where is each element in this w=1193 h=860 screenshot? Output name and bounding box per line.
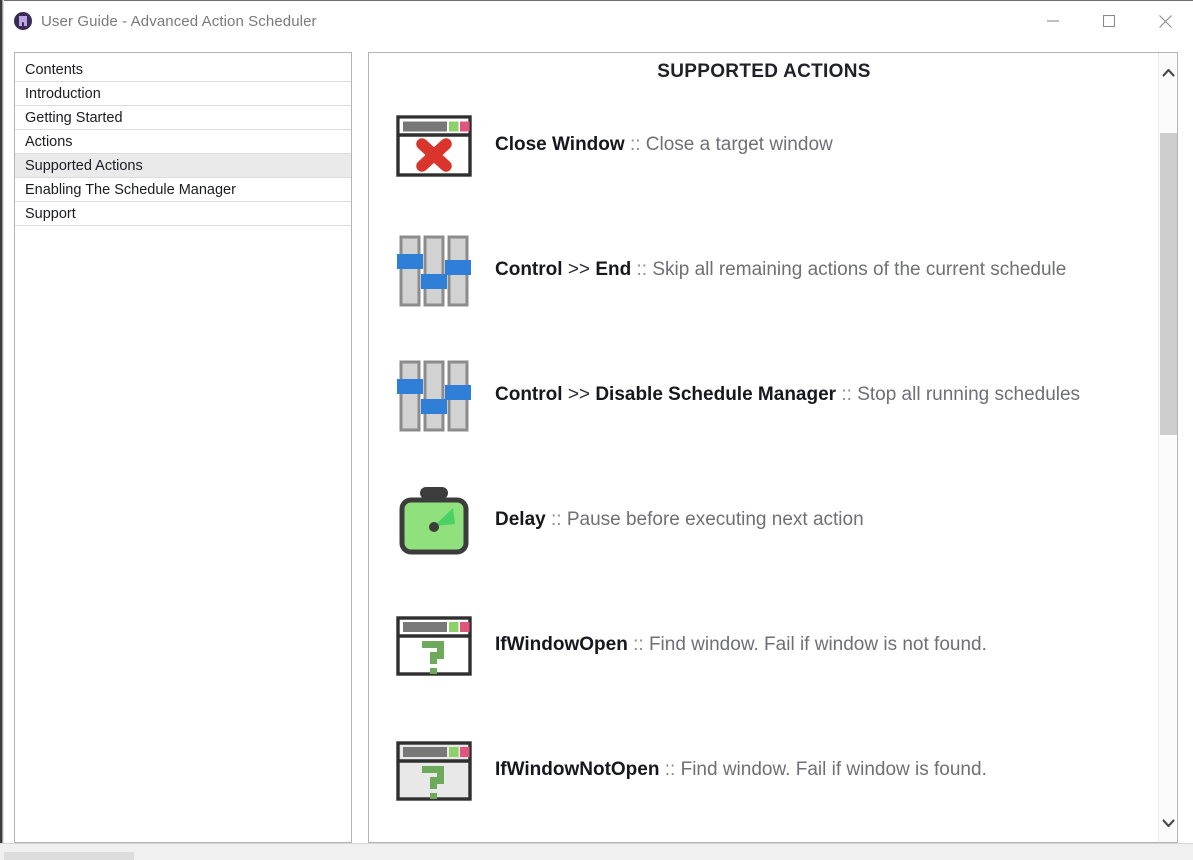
action-label: IfWindowNotOpen :: Find window. Fail if … [495,759,987,782]
action-description: Close a target window [645,134,833,156]
sidebar-item-introduction[interactable]: Introduction [15,82,351,106]
action-label: Control >> Disable Schedule Manager :: S… [495,384,1080,407]
page-title: SUPPORTED ACTIONS [657,61,871,82]
content-panel: SUPPORTED ACTIONS Close Window:: Close … [368,52,1178,843]
window-left-border [0,0,4,843]
action-description: Stop all running schedules [857,384,1081,406]
sidebar-item-supported-actions[interactable]: Supported Actions [15,154,351,178]
action-arrow: >> [567,384,591,406]
action-description: Pause before executing next action [566,509,864,531]
action-subname: End [595,259,632,281]
action-label: Close Window :: Close a target window [495,134,833,157]
window-controls [1025,1,1193,42]
chevron-up-icon [1162,68,1175,77]
desktop-bottom-strip [0,843,1193,860]
sidebar-item-support[interactable]: Support [15,202,351,226]
close-icon [1158,14,1172,28]
sidebar-item-enabling-the-schedule-manager[interactable]: Enabling The Schedule Manager [15,178,351,202]
action-name: Delay [495,509,546,531]
sidebar-item-getting-started[interactable]: Getting Started [15,106,351,130]
action-label: Delay :: Pause before executing next act… [495,509,864,532]
maximize-button[interactable] [1081,1,1137,42]
action-description: Skip all remaining actions of the curren… [652,259,1067,281]
action-row: Delay :: Pause before executing next act… [369,458,1159,583]
app-logo-icon [14,12,32,30]
sidebar-item-label: Supported Actions [25,158,143,174]
minimize-button[interactable] [1025,1,1081,42]
action-name: IfWindowNotOpen [495,759,660,781]
action-row: IfWindowNotOpen :: Find window. Fail if … [369,708,1159,833]
sidebar-item-label: Actions [25,134,73,150]
action-icon-container [393,114,475,177]
action-separator: :: [633,634,644,656]
action-name: IfWindowOpen [495,634,628,656]
close-button[interactable] [1137,1,1193,42]
minimize-icon [1047,20,1059,22]
sidebar-item-label: Getting Started [25,110,123,126]
sidebar-item-label: Introduction [25,86,101,102]
action-name: Control [495,384,563,406]
sliders-icon [397,235,471,306]
window-question-icon [396,615,472,676]
window-question-icon [396,740,472,801]
sidebar-item-label: Enabling The Schedule Manager [25,182,236,198]
sidebar-item-contents[interactable]: Contents [15,58,351,82]
action-name: Close Window [495,134,625,156]
taskbar-sliver [4,852,134,860]
content-scroll-area: SUPPORTED ACTIONS Close Window:: Close … [369,53,1159,842]
action-name: Control [495,259,563,281]
action-subname: Disable Schedule Manager [595,384,837,406]
action-icon-container [393,486,475,556]
window-title: User Guide - Advanced Action Scheduler [41,12,317,30]
action-separator: :: [664,759,676,781]
user-guide-window: User Guide - Advanced Action Scheduler C… [0,0,1193,860]
action-label: Control >> End :: Skip all remaining act… [495,259,1066,282]
maximize-icon [1103,15,1115,27]
action-row: Control >> Disable Schedule Manager :: S… [369,333,1159,458]
action-separator: :: [636,259,648,281]
action-separator: :: [629,134,641,156]
scroll-down-button[interactable] [1159,804,1177,842]
scrollbar-track[interactable] [1159,91,1177,804]
action-arrow: >> [567,259,591,281]
content-scrollbar[interactable] [1158,53,1177,842]
timer-icon [399,486,469,554]
action-description: Find window. Fail if window is not found… [648,634,987,656]
action-icon-container [393,740,475,801]
action-icon-container [393,615,475,676]
sidebar-item-label: Support [25,206,76,222]
chevron-down-icon [1162,818,1175,827]
scrollbar-thumb[interactable] [1160,133,1177,435]
action-separator: :: [841,384,852,406]
sidebar-item-actions[interactable]: Actions [15,130,351,154]
action-icon-container [393,358,475,434]
action-icon-container [393,233,475,309]
action-label: IfWindowOpen :: Find window. Fail if win… [495,634,987,657]
action-separator: :: [550,509,562,531]
action-row: Close Window :: Close a target window [369,83,1159,208]
action-description: Find window. Fail if window is found. [680,759,987,781]
scroll-up-button[interactable] [1159,53,1177,91]
action-row: IfWindowOpen :: Find window. Fail if win… [369,583,1159,708]
action-row: Control >> End :: Skip all remaining act… [369,208,1159,333]
contents-sidebar: Contents Introduction Getting Started Ac… [14,52,352,843]
window-close-icon [396,114,472,177]
sidebar-item-label: Contents [25,62,84,78]
sliders-icon [397,360,471,431]
title-bar: User Guide - Advanced Action Scheduler [4,0,1193,41]
